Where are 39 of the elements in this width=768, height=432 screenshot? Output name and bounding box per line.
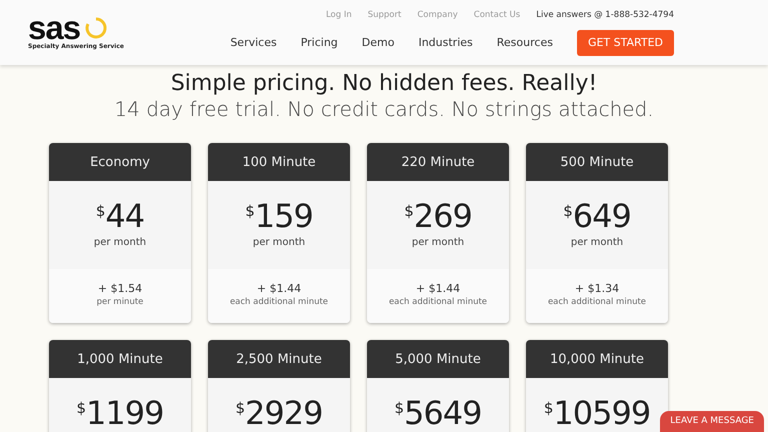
price: $1199 xyxy=(76,394,164,432)
ring-icon xyxy=(84,16,108,40)
price-period: per month xyxy=(92,236,148,250)
extra-rate-note: each additional minute xyxy=(546,296,648,308)
nav-link[interactable]: Demo xyxy=(362,34,394,52)
page-subheading: 14 day free trial. No credit cards. No strings attached. xyxy=(113,97,655,122)
nav-link[interactable]: Services xyxy=(230,34,277,52)
plan-name: 500 Minute xyxy=(526,143,668,182)
plan-name: 5,000 Minute xyxy=(367,340,509,378)
plan-name: 100 Minute xyxy=(208,143,350,182)
extra-rate: + $1.44 xyxy=(414,282,462,296)
extra-rate-note: per minute xyxy=(96,296,144,308)
logo-text[interactable]: sas xyxy=(28,14,80,42)
price-period: per month xyxy=(570,236,624,250)
price: $649 xyxy=(563,197,631,236)
price-period: per month xyxy=(410,236,466,250)
plan-name: 2,500 Minute xyxy=(208,340,350,378)
extra-rate: + $1.44 xyxy=(256,282,302,296)
nav-link[interactable]: Pricing xyxy=(300,34,338,52)
extra-rate: + $1.34 xyxy=(574,282,620,296)
nav-link[interactable]: Resources xyxy=(496,34,553,52)
extra-rate-note: each additional minute xyxy=(228,296,330,308)
extra-rate-note: each additional minute xyxy=(388,296,488,308)
price: $5649 xyxy=(394,394,482,432)
plan-name: Economy xyxy=(49,143,191,182)
price: $159 xyxy=(245,197,313,236)
extra-rate: + $1.54 xyxy=(96,282,144,296)
page-heading: Simple pricing. No hidden fees. Really! xyxy=(170,71,598,98)
price-period: per month xyxy=(252,236,306,250)
leave-message-button[interactable]: LEAVE A MESSAGE xyxy=(660,410,764,432)
plan-name: 10,000 Minute xyxy=(526,340,668,378)
phone-number: Live answers @ 1-888-532-4794 xyxy=(536,8,674,22)
nav-link[interactable]: Industries xyxy=(418,34,473,52)
price: $2929 xyxy=(236,394,322,432)
plan-name: 220 Minute xyxy=(367,143,509,182)
plan-name: 1,000 Minute xyxy=(49,340,191,378)
price: $269 xyxy=(404,197,472,236)
price: $44 xyxy=(96,197,144,236)
price: $10599 xyxy=(544,394,650,432)
